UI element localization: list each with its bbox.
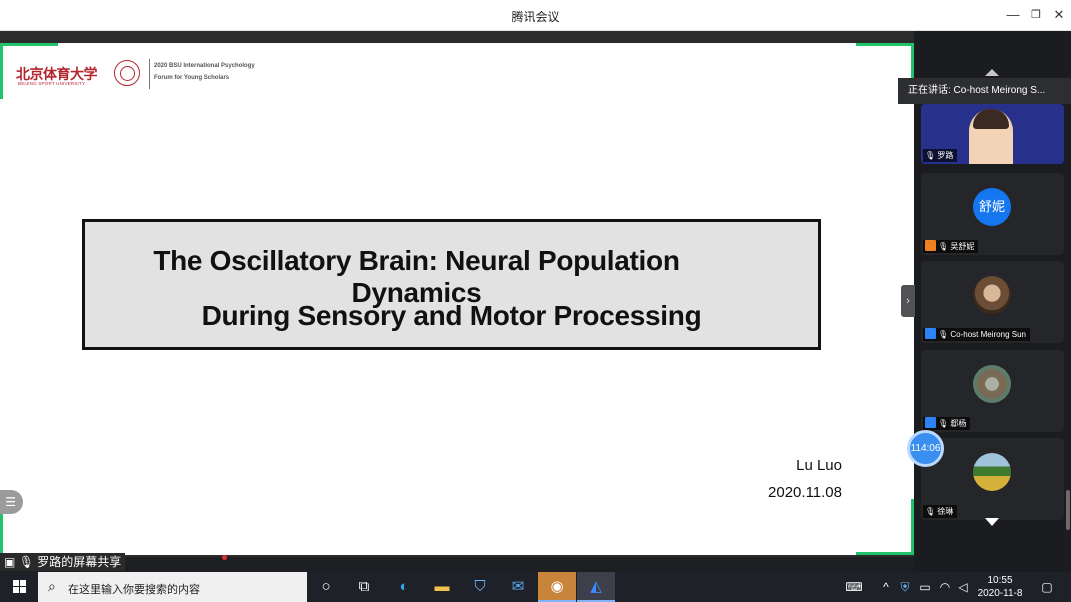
cortana-icon[interactable]: ○ — [307, 572, 345, 602]
mic-muted-icon: 🎙 — [938, 419, 949, 428]
speaking-indicator: 正在讲话: Co-host Meirong S... — [898, 78, 1071, 104]
minimize-button[interactable]: — — [1003, 6, 1023, 24]
participant-photo — [973, 365, 1011, 403]
volume-icon[interactable]: ◁ — [954, 572, 972, 602]
clock-date: 2020-11-8 — [977, 588, 1023, 599]
store-icon[interactable]: ⛉ — [461, 572, 499, 602]
wifi-icon[interactable]: ◠ — [936, 572, 954, 602]
search-placeholder: 在这里输入你要搜索的内容 — [68, 584, 200, 596]
system-clock[interactable]: 10:55 2020-11-8 — [972, 574, 1028, 600]
battery-icon[interactable]: ▭ — [916, 572, 934, 602]
taskbar-search-box[interactable]: ⌕ 在这里输入你要搜索的内容 — [38, 572, 307, 602]
share-corner-tl — [0, 43, 58, 46]
start-button[interactable] — [0, 572, 38, 602]
scroll-up-arrow-icon[interactable] — [985, 69, 999, 76]
participant-name-label: 🎙 吴舒妮 — [923, 240, 979, 253]
keyboard-icon[interactable]: ⌨ — [845, 572, 863, 602]
scroll-down-arrow-icon[interactable] — [985, 518, 999, 526]
window-title: 腾讯会议 — [511, 10, 560, 24]
clock-time: 10:55 — [987, 575, 1013, 586]
windows-logo-icon — [13, 580, 26, 593]
search-icon: ⌕ — [48, 578, 56, 594]
participant-photo — [973, 453, 1011, 491]
slide-date: 2020.11.08 — [768, 484, 842, 501]
title-bar: 腾讯会议 — ❐ ✕ — [0, 0, 1071, 31]
tencent-meeting-icon[interactable]: ◭ — [577, 572, 615, 602]
mic-muted-icon: 🎙 — [925, 507, 936, 516]
university-seal-icon — [114, 60, 140, 86]
slide-title-line2: During Sensory and Motor Processing — [201, 300, 702, 331]
share-corner-br — [856, 552, 914, 555]
file-explorer-icon[interactable]: ▬ — [423, 572, 461, 602]
toolbar-toggle-handle[interactable]: ☰ — [0, 490, 23, 514]
slide-author: Lu Luo — [796, 457, 842, 474]
laser-pointer-dot — [222, 555, 227, 560]
notification-icon[interactable]: ▢ — [1036, 572, 1058, 602]
mail-icon[interactable]: ✉ — [499, 572, 537, 602]
shared-screen: 北京体育大学 BEIJING SPORT UNIVERSITY 2020 BSU… — [0, 31, 914, 560]
mic-icon: 🎙 — [938, 330, 949, 339]
meeting-timer: 114:06 — [907, 430, 944, 467]
restore-button[interactable]: ❐ — [1026, 6, 1046, 24]
share-corner-tr — [856, 43, 914, 46]
windows-taskbar: ⌕ 在这里输入你要搜索的内容 ○ ⧉ ◐ ▬ ⛉ ✉ ◉ ◭ ⌨ ^ ⛨ ▭ ◠… — [0, 572, 1071, 602]
participant-tile[interactable]: 🎙 郄杨 — [921, 350, 1064, 432]
share-screen-icon: ▣ — [4, 555, 16, 569]
participant-photo — [973, 276, 1011, 314]
forum-name-line2: Forum for Young Scholars — [154, 75, 230, 81]
task-view-icon[interactable]: ⧉ — [345, 572, 383, 602]
participant-name-label: 🎙 罗路 — [923, 149, 958, 162]
participant-tile[interactable]: 🎙 Co-host Meirong Sun — [921, 261, 1064, 343]
user-badge-icon — [925, 240, 936, 251]
share-corner-tl-v — [0, 43, 3, 99]
participant-sidebar: 正在讲话: Co-host Meirong S... 🎙 罗路 舒妮 🎙 吴舒妮… — [898, 31, 1071, 572]
wechat-icon[interactable]: ◉ — [538, 572, 576, 602]
participant-video-feed — [969, 109, 1013, 164]
participant-tile-video[interactable]: 🎙 罗路 — [921, 104, 1064, 164]
show-hidden-icons-icon[interactable]: ^ — [878, 572, 894, 602]
participant-tile[interactable]: 舒妮 🎙 吴舒妮 — [921, 173, 1064, 255]
slide-title-box: The Oscillatory Brain: Neural Population… — [82, 219, 821, 350]
logo-english: BEIJING SPORT UNIVERSITY — [18, 81, 86, 86]
participant-avatar: 舒妮 — [973, 188, 1011, 226]
participant-name-label: 🎙 Co-host Meirong Sun — [923, 328, 1030, 341]
screen-share-owner: 罗路的屏幕共享 — [37, 555, 122, 569]
presentation-slide: 北京体育大学 BEIJING SPORT UNIVERSITY 2020 BSU… — [0, 43, 914, 560]
user-badge-icon — [925, 417, 936, 428]
collapse-sidebar-button[interactable]: › — [901, 285, 915, 317]
participant-name-label: 🎙 徐琳 — [923, 505, 958, 518]
mic-icon: 🎙 — [18, 555, 34, 569]
logo-divider — [149, 59, 150, 89]
cohost-badge-icon — [925, 328, 936, 339]
edge-browser-icon[interactable]: ◐ — [385, 572, 423, 602]
participant-name-label: 🎙 郄杨 — [923, 417, 971, 430]
mic-icon: 🎙 — [925, 151, 936, 160]
sidebar-scrollbar[interactable] — [1066, 490, 1070, 530]
close-button[interactable]: ✕ — [1049, 6, 1069, 24]
screen-share-label: ▣ 🎙 罗路的屏幕共享 — [0, 553, 126, 571]
mic-muted-icon: 🎙 — [938, 242, 949, 251]
defender-shield-icon[interactable]: ⛨ — [896, 572, 914, 602]
forum-name-line1: 2020 BSU International Psychology — [154, 63, 255, 69]
